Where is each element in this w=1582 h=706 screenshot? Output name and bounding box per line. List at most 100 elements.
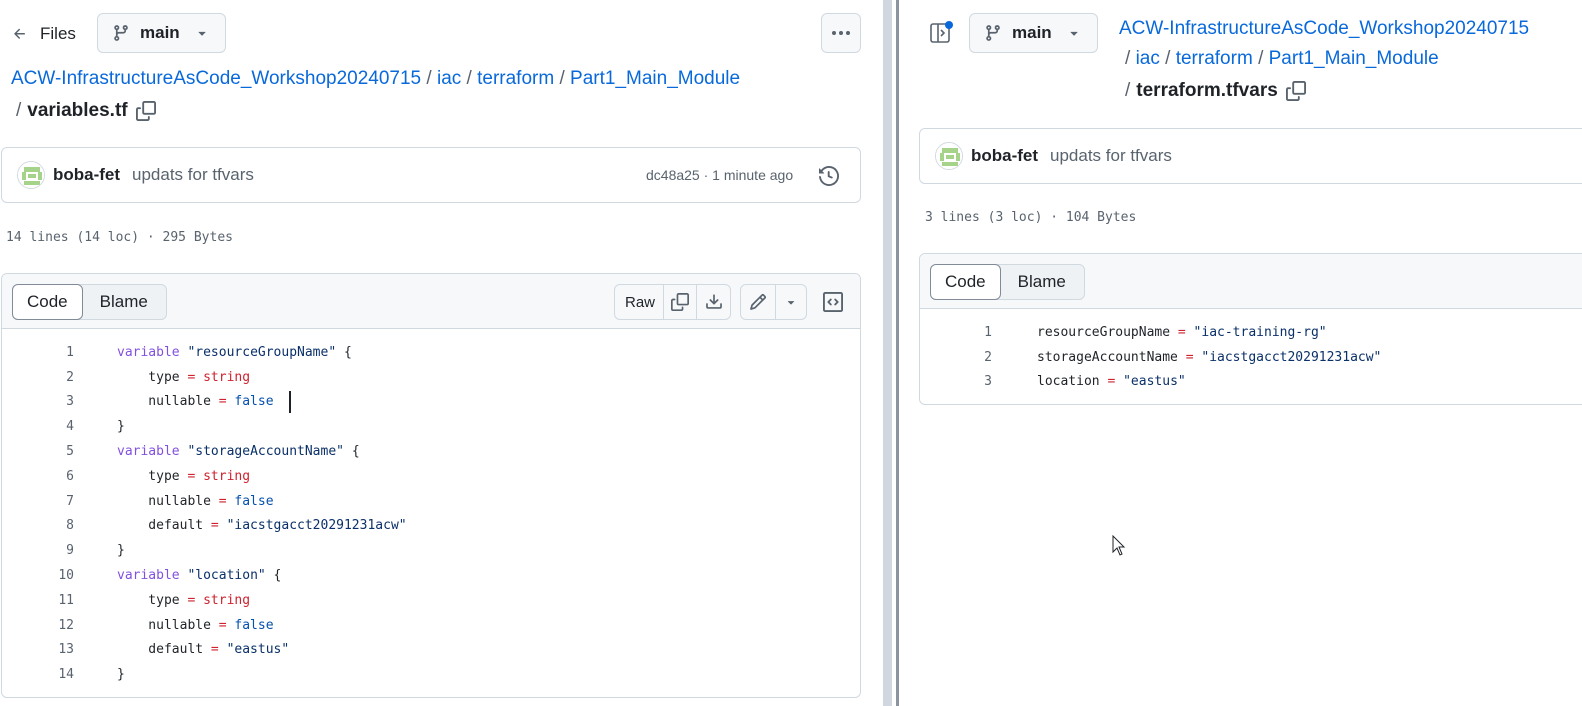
line-content: location = "eastus" — [1037, 374, 1186, 389]
code-token: "eastus" — [1123, 374, 1186, 390]
code-token: false — [234, 617, 274, 633]
file-name: terraform.tfvars — [1136, 80, 1278, 101]
code-line: 1 resourceGroupName = "iac-training-rg" — [920, 320, 1327, 345]
code-token: nullable — [117, 394, 219, 410]
line-content: type = string — [117, 370, 250, 385]
code-token: = — [210, 642, 219, 658]
line-content: nullable = false — [117, 617, 274, 633]
expand-file-tree-button[interactable] — [928, 20, 954, 46]
breadcrumb-repo-link[interactable]: ACW-InfrastructureAsCode_Workshop2024071… — [1119, 18, 1529, 39]
pencil-icon — [749, 293, 767, 311]
line-content: resourceGroupName = "iac-training-rg" — [1037, 325, 1327, 340]
line-number[interactable]: 6 — [2, 469, 74, 484]
line-number[interactable]: 7 — [2, 494, 74, 509]
commit-author[interactable]: boba-fet — [53, 165, 120, 185]
code-token: nullable — [117, 493, 219, 509]
symbols-panel-button[interactable] — [823, 292, 843, 312]
code-token: string — [203, 468, 251, 484]
line-number[interactable]: 14 — [2, 667, 74, 682]
breadcrumb-link-module[interactable]: Part1_Main_Module — [570, 68, 740, 89]
branch-selector[interactable]: main — [97, 13, 226, 53]
line-number[interactable]: 1 — [920, 325, 992, 340]
line-content: default = "iacstgacct20291231acw" — [117, 518, 407, 534]
code-toolbar: Code Blame Raw — [2, 274, 860, 329]
code-token: = — [1185, 349, 1194, 365]
split-divider[interactable] — [883, 0, 899, 706]
code-line: 2 type = string — [2, 365, 250, 390]
copy-path-icon[interactable] — [135, 101, 156, 121]
view-tabs: Code Blame — [930, 264, 1085, 300]
breadcrumb-link-iac[interactable]: iac — [437, 68, 461, 89]
breadcrumb-repo-link[interactable]: ACW-InfrastructureAsCode_Workshop2024071… — [11, 68, 421, 89]
edit-options-dropdown[interactable] — [775, 284, 807, 320]
breadcrumb-separator: / — [426, 68, 432, 89]
commit-message[interactable]: updats for tfvars — [132, 165, 254, 185]
line-number[interactable]: 10 — [2, 568, 74, 583]
tab-code[interactable]: Code — [930, 264, 1001, 300]
triangle-down-icon — [196, 27, 208, 39]
code-token: variable — [117, 444, 180, 460]
breadcrumb-link-module[interactable]: Part1_Main_Module — [1269, 48, 1439, 69]
history-icon[interactable] — [819, 166, 839, 186]
code-line: 7 nullable = false — [2, 489, 274, 514]
tab-code[interactable]: Code — [12, 284, 83, 320]
code-token: { — [344, 444, 360, 460]
line-number[interactable]: 3 — [920, 374, 992, 389]
line-number[interactable]: 3 — [2, 394, 74, 409]
line-number[interactable]: 4 — [2, 419, 74, 434]
code-token: nullable — [117, 617, 219, 633]
code-token: "iacstgacct20291231acw" — [226, 518, 407, 534]
more-options-button[interactable] — [821, 13, 861, 53]
download-button[interactable] — [696, 284, 731, 320]
git-branch-icon — [984, 24, 1002, 42]
line-number[interactable]: 9 — [2, 543, 74, 558]
download-icon — [705, 293, 723, 311]
avatar[interactable] — [17, 161, 45, 189]
code-token: variable — [117, 568, 180, 584]
code-token: } — [117, 419, 125, 435]
breadcrumb-link-terraform[interactable]: terraform — [1176, 48, 1253, 69]
view-tabs: Code Blame — [12, 284, 167, 320]
line-number[interactable]: 2 — [920, 350, 992, 365]
line-content: variable "resourceGroupName" { — [117, 345, 352, 360]
line-number[interactable]: 2 — [2, 370, 74, 385]
avatar[interactable] — [935, 142, 963, 170]
code-viewer: Code Blame Raw 1 variable "resourceGroup… — [1, 273, 861, 698]
code-token: storageAccountName — [1037, 349, 1186, 365]
edit-file-button[interactable] — [740, 284, 776, 320]
line-content: nullable = false — [117, 394, 273, 410]
code-token: false — [234, 493, 274, 509]
line-content: variable "location" { — [117, 568, 281, 583]
breadcrumb-repo-row: ACW-InfrastructureAsCode_Workshop2024071… — [1119, 16, 1579, 42]
file-name: variables.tf — [27, 100, 128, 121]
line-content: } — [117, 543, 125, 558]
code-line: 2 storageAccountName = "iacstgacct2029123… — [920, 345, 1381, 370]
line-content: type = string — [117, 469, 250, 484]
copy-path-icon[interactable] — [1285, 81, 1306, 101]
line-number[interactable]: 1 — [2, 345, 74, 360]
code-token: } — [117, 543, 125, 559]
line-number[interactable]: 11 — [2, 593, 74, 608]
line-number[interactable]: 13 — [2, 642, 74, 657]
triangle-down-icon — [784, 295, 798, 309]
code-line: 9} — [2, 538, 125, 563]
line-number[interactable]: 5 — [2, 444, 74, 459]
code-token: string — [203, 369, 251, 385]
code-token: } — [117, 667, 125, 683]
commit-author[interactable]: boba-fet — [971, 146, 1038, 166]
back-to-files-button[interactable]: Files — [12, 22, 76, 46]
commit-message[interactable]: updats for tfvars — [1050, 146, 1172, 166]
line-number[interactable]: 12 — [2, 618, 74, 633]
branch-selector[interactable]: main — [969, 13, 1098, 53]
raw-button[interactable]: Raw — [614, 284, 667, 320]
copy-raw-button[interactable] — [663, 284, 697, 320]
line-number[interactable]: 8 — [2, 518, 74, 533]
commit-meta[interactable]: dc48a25 · 1 minute ago — [646, 167, 793, 183]
breadcrumb-link-iac[interactable]: iac — [1136, 48, 1160, 69]
code-token: "eastus" — [226, 642, 290, 658]
tab-blame[interactable]: Blame — [1000, 265, 1084, 299]
tab-blame[interactable]: Blame — [82, 285, 166, 319]
breadcrumb-link-terraform[interactable]: terraform — [477, 68, 554, 89]
